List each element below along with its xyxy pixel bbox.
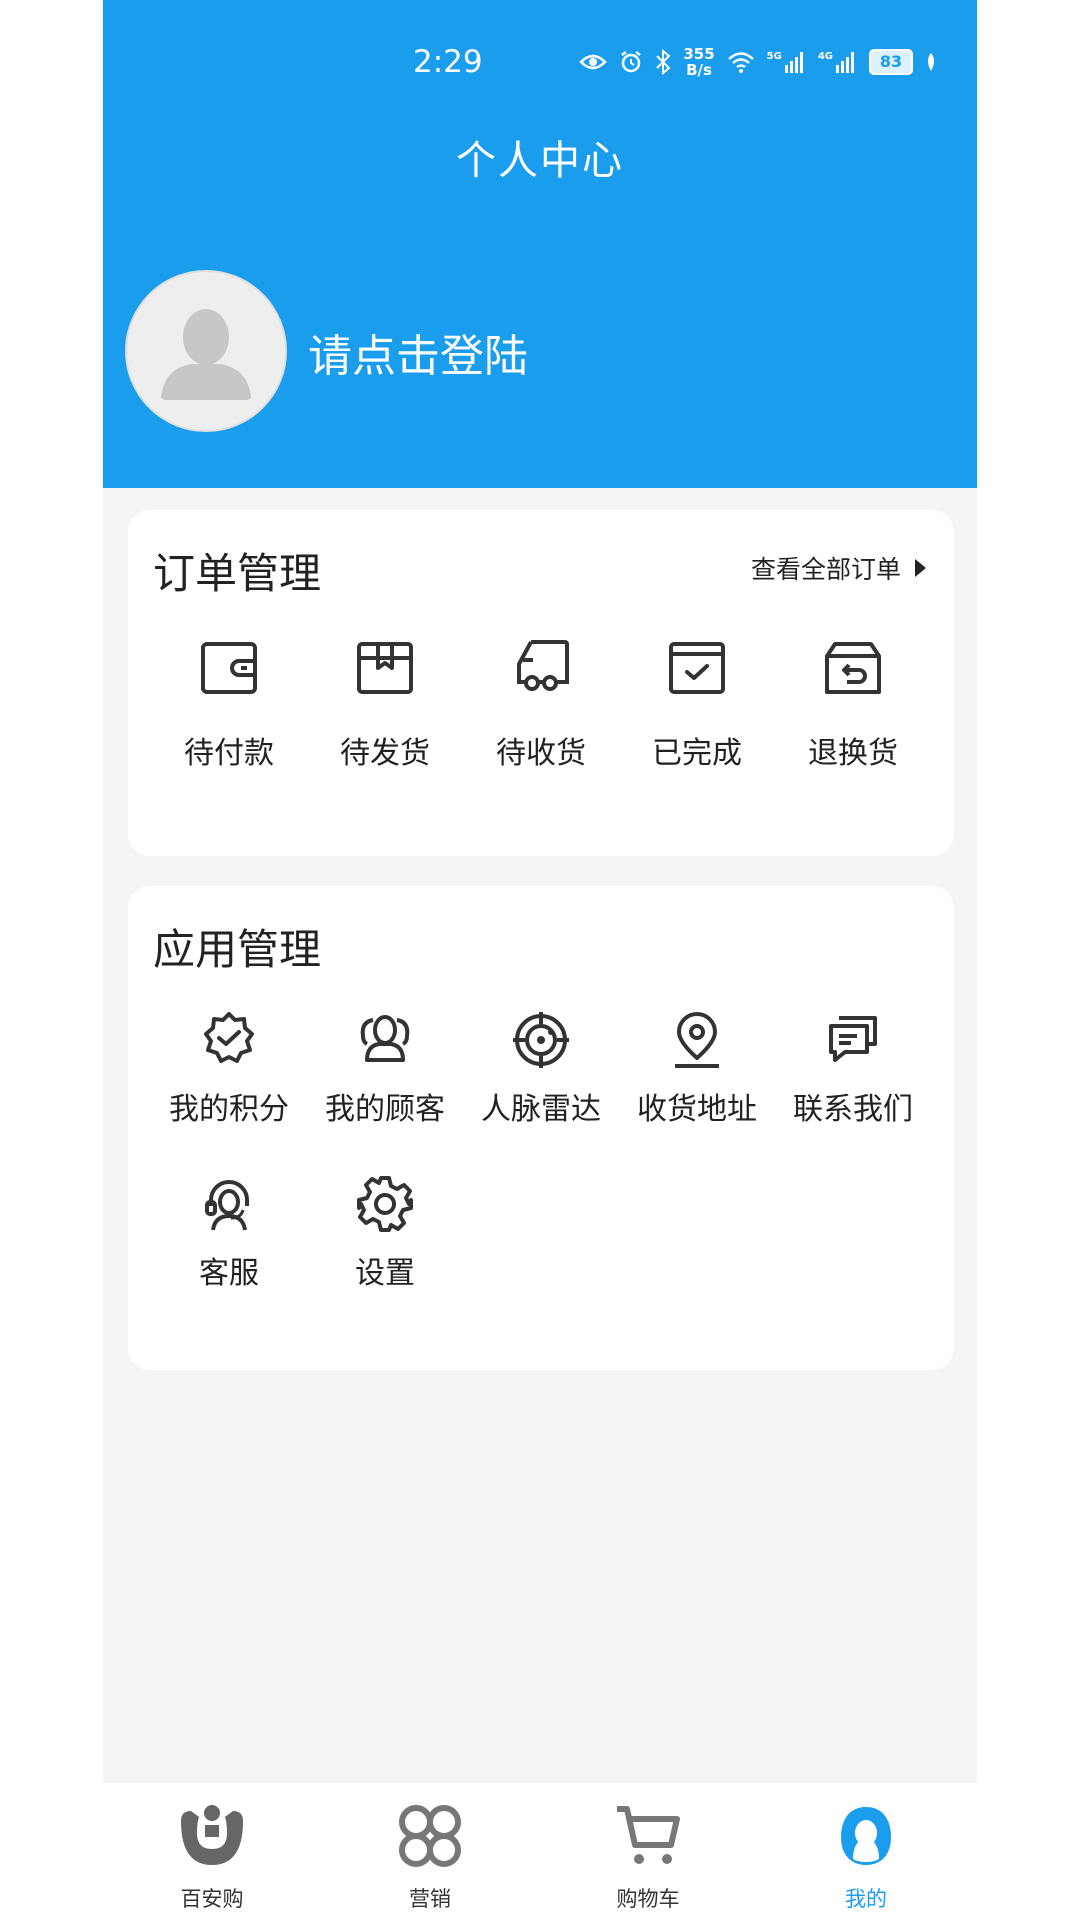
order-pending-payment[interactable]: 待付款 — [151, 636, 307, 772]
message-icon — [829, 1016, 877, 1062]
alarm-icon — [621, 51, 642, 73]
tab-profile[interactable]: 我的 — [757, 1783, 975, 1920]
order-pending-shipment[interactable]: 待发货 — [307, 636, 463, 772]
avatar[interactable] — [125, 270, 287, 432]
app-network-radar[interactable]: 人脉雷达 — [463, 1010, 619, 1128]
network-speed: 355 B/s — [683, 46, 714, 78]
app-network-radar-label: 人脉雷达 — [481, 1092, 601, 1127]
signal-5g-label: 5G — [766, 51, 782, 62]
tab-cart[interactable]: 购物车 — [539, 1783, 757, 1920]
wifi-icon — [727, 52, 754, 73]
bottom-tab-bar: 百安购 营销 购物车 我的 — [103, 1783, 977, 1920]
signal-5g: 5G — [767, 51, 806, 73]
network-speed-value: 355 — [683, 45, 715, 63]
status-time: 2:29 — [413, 44, 483, 80]
app-my-customers-label: 我的顾客 — [325, 1092, 445, 1127]
baian-logo-icon — [181, 1805, 243, 1865]
headset-icon — [205, 1180, 249, 1231]
radar-icon — [513, 1012, 569, 1068]
bluetooth-icon — [656, 49, 671, 75]
order-returns[interactable]: 退换货 — [775, 636, 931, 772]
app-contact-us-label: 联系我们 — [793, 1092, 913, 1127]
tab-cart-label: 购物车 — [616, 1887, 680, 1911]
tab-profile-label: 我的 — [845, 1887, 887, 1911]
signal-icon — [836, 52, 854, 73]
customers-icon — [360, 1015, 410, 1062]
signal-icon — [784, 52, 803, 73]
leaf-icon — [928, 53, 934, 71]
completed-box-icon — [669, 642, 725, 694]
order-pending-shipment-label: 待发货 — [340, 736, 430, 771]
eye-icon — [579, 54, 608, 70]
package-icon — [357, 642, 413, 694]
status-icons: 355 B/s 5G 4G 83 — [579, 46, 937, 78]
tab-home-label: 百安购 — [180, 1887, 244, 1911]
app-settings[interactable]: 设置 — [307, 1174, 463, 1292]
profile-icon — [841, 1807, 891, 1865]
order-returns-label: 退换货 — [808, 736, 898, 771]
app-management-card: 应用管理 我的积分 我的顾客 人脉雷达 收货地址 联系我们 客服 设置 — [128, 886, 954, 1370]
view-all-orders-label: 查看全部订单 — [750, 555, 901, 584]
default-avatar-icon — [161, 309, 251, 400]
app-customer-service-label: 客服 — [199, 1256, 259, 1291]
truck-icon — [517, 640, 569, 691]
order-pending-receipt-label: 待收货 — [496, 736, 586, 771]
order-completed[interactable]: 已完成 — [619, 636, 775, 772]
app-customer-service[interactable]: 客服 — [151, 1174, 307, 1292]
app-shipping-address[interactable]: 收货地址 — [619, 1010, 775, 1128]
marketing-icon — [399, 1805, 461, 1867]
return-box-icon — [825, 642, 881, 694]
battery-indicator: 83 — [869, 49, 913, 75]
gear-icon — [357, 1176, 413, 1232]
wallet-icon — [201, 642, 257, 694]
signal-4g: 4G — [818, 51, 857, 73]
app-my-customers[interactable]: 我的顾客 — [307, 1010, 463, 1128]
badge-check-icon — [204, 1012, 254, 1063]
tab-marketing-label: 营销 — [409, 1887, 451, 1911]
app-my-points[interactable]: 我的积分 — [151, 1010, 307, 1128]
app-shipping-address-label: 收货地址 — [637, 1092, 757, 1127]
app-my-points-label: 我的积分 — [169, 1092, 289, 1127]
login-prompt[interactable]: 请点击登陆 — [308, 320, 528, 384]
order-completed-label: 已完成 — [652, 736, 742, 771]
app-contact-us[interactable]: 联系我们 — [775, 1010, 931, 1128]
location-pin-icon — [675, 1012, 719, 1068]
tab-marketing[interactable]: 营销 — [321, 1783, 539, 1920]
order-pending-receipt[interactable]: 待收货 — [463, 636, 619, 772]
order-management-card: 订单管理 查看全部订单 待付款 待发货 待收货 已完成 退换货 — [128, 510, 954, 856]
signal-4g-label: 4G — [817, 51, 833, 62]
app-management-title: 应用管理 — [153, 925, 322, 974]
order-pending-payment-label: 待付款 — [184, 736, 274, 771]
arrow-right-icon — [915, 559, 926, 577]
page-title: 个人中心 — [456, 138, 624, 184]
profile-header: 2:29 355 B/s 5G 4G 83 个人中心 请点击登陆 — [103, 0, 977, 488]
app-screen: 2:29 355 B/s 5G 4G 83 个人中心 请点击登陆 订单管理 查看… — [103, 0, 977, 1920]
cart-icon — [617, 1806, 680, 1864]
app-settings-label: 设置 — [355, 1256, 415, 1291]
tab-home[interactable]: 百安购 — [103, 1783, 321, 1920]
status-bar: 2:29 355 B/s 5G 4G 83 — [103, 0, 977, 120]
order-management-title: 订单管理 — [153, 549, 322, 598]
network-speed-unit: B/s — [686, 61, 712, 79]
view-all-orders-link[interactable]: 查看全部订单 — [751, 550, 926, 586]
